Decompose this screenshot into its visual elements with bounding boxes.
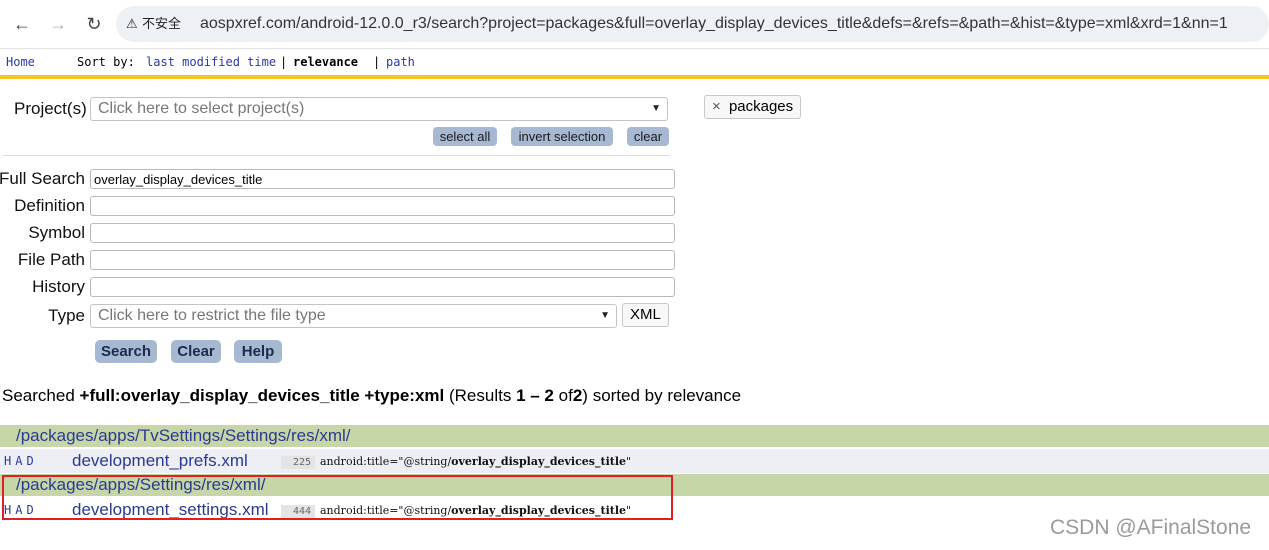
sort-path-link[interactable]: path [386, 55, 415, 69]
summary-results-close: ) [582, 386, 588, 405]
history-input[interactable] [90, 277, 675, 297]
sort-separator: | [373, 55, 381, 69]
code-suffix: " [626, 455, 632, 468]
code-match: overlay_display_devices_title [451, 455, 627, 468]
symbol-input[interactable] [90, 223, 675, 243]
security-chip[interactable]: ⚠ 不安全 [126, 14, 181, 34]
invert-selection-button[interactable]: invert selection [511, 127, 613, 146]
summary-range: 1 – 2 [516, 386, 554, 405]
selected-project-chip: × packages [704, 95, 802, 119]
back-icon[interactable]: ← [9, 11, 35, 37]
reload-icon[interactable]: ↻ [81, 11, 107, 37]
clear-projects-button[interactable]: clear [627, 127, 669, 146]
result-directory-link[interactable]: /packages/apps/TvSettings/Settings/res/x… [16, 426, 351, 446]
url-text[interactable]: aospxref.com/android-12.0.0_r3/search?pr… [200, 14, 1228, 34]
definition-input[interactable] [90, 196, 675, 216]
summary-of: of [558, 386, 573, 405]
forward-icon[interactable]: → [45, 11, 71, 37]
sort-separator: | [280, 55, 288, 69]
code-prefix: android:title="@string/ [320, 455, 452, 468]
full-search-input[interactable]: overlay_display_devices_title [90, 169, 675, 189]
symbol-label: Symbol [28, 223, 85, 242]
results-summary: Searched +full:overlay_display_devices_t… [2, 386, 741, 406]
help-button[interactable]: Help [234, 340, 282, 363]
header-divider [0, 75, 1269, 79]
warning-icon: ⚠ [126, 16, 138, 31]
sort-last-modified-link[interactable]: last modified time [146, 55, 276, 69]
code-snippet[interactable]: android:title="@string/overlay_display_d… [320, 455, 631, 468]
result-directory-row: /packages/apps/TvSettings/Settings/res/x… [0, 425, 1269, 447]
definition-label: Definition [14, 196, 85, 215]
project-label: Project(s) [14, 99, 87, 118]
browser-toolbar: ← → ↻ ⚠ 不安全 aospxref.com/android-12.0.0_r… [0, 0, 1269, 49]
chevron-down-icon: ▼ [651, 103, 661, 114]
address-bar[interactable]: ⚠ 不安全 aospxref.com/android-12.0.0_r3/sear… [116, 6, 1269, 42]
full-search-label: Full Search [0, 169, 85, 188]
type-label: Type [48, 306, 85, 325]
remove-chip-icon[interactable]: × [712, 98, 721, 115]
selected-project-name: packages [728, 98, 794, 115]
csdn-watermark: CSDN @AFinalStone [1050, 516, 1252, 539]
project-select[interactable]: Click here to select project(s) ▼ [90, 97, 668, 121]
project-select-placeholder: Click here to select project(s) [98, 100, 305, 117]
summary-query: +full:overlay_display_devices_title +typ… [79, 386, 445, 405]
summary-prefix: Searched [2, 386, 75, 405]
type-select-placeholder: Click here to restrict the file type [98, 307, 326, 324]
form-divider [3, 155, 670, 156]
summary-total: 2 [572, 386, 583, 405]
type-xml-chip[interactable]: XML [622, 303, 669, 327]
type-select[interactable]: Click here to restrict the file type ▼ [90, 304, 617, 328]
highlight-annotation-box [2, 475, 673, 520]
sort-relevance-current: relevance [293, 55, 359, 69]
file-path-input[interactable] [90, 250, 675, 270]
file-path-label: File Path [17, 250, 85, 269]
result-file-link[interactable]: development_prefs.xml [72, 451, 248, 471]
clear-button[interactable]: Clear [171, 340, 221, 363]
line-number[interactable]: 225 [281, 456, 316, 469]
select-all-button[interactable]: select all [433, 127, 497, 146]
search-button[interactable]: Search [95, 340, 157, 363]
summary-sorted: sorted by relevance [592, 386, 742, 405]
summary-results-open: (Results [448, 386, 512, 405]
history-label: History [32, 277, 85, 296]
top-nav-bar: Home Sort by: last modified time | relev… [0, 49, 1269, 75]
history-annotate-download-links[interactable]: HAD [4, 454, 38, 468]
security-label: 不安全 [142, 16, 182, 31]
chevron-down-icon: ▼ [600, 310, 610, 321]
result-file-row: HAD development_prefs.xml 225 android:ti… [0, 449, 1269, 473]
home-link[interactable]: Home [6, 55, 35, 69]
sort-by-label: Sort by: [77, 55, 135, 69]
